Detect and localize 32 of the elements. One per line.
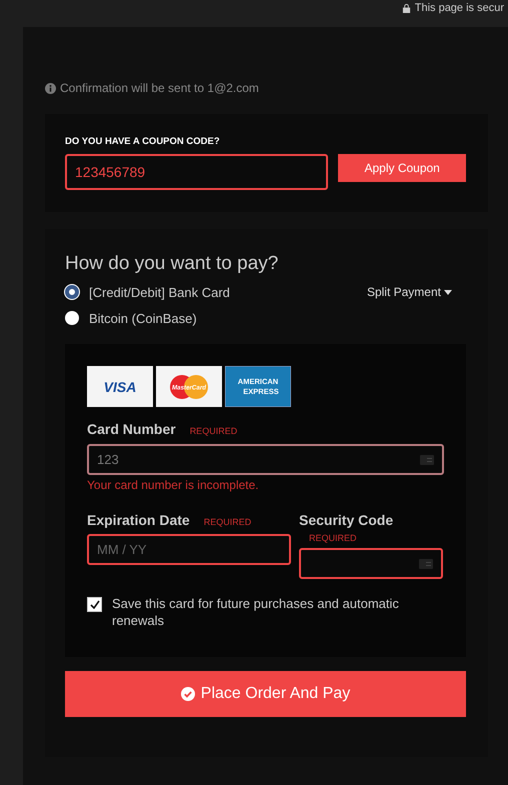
security-code-field[interactable] <box>299 548 443 579</box>
card-icon <box>420 454 434 464</box>
coupon-field[interactable]: 123456789 <box>65 154 328 190</box>
coupon-heading: DO YOU HAVE A COUPON CODE? <box>65 136 221 147</box>
card-number-value: 123 <box>97 452 119 467</box>
apply-coupon-button[interactable]: Apply Coupon <box>338 154 466 182</box>
expiration-date-label: Expiration Date <box>87 512 190 528</box>
caret-icon <box>444 290 452 294</box>
payment-method-label[interactable]: Bitcoin (CoinBase) <box>89 310 197 326</box>
save-card-checkbox[interactable] <box>87 597 102 612</box>
payment-method-label[interactable]: [Credit/Debit] Bank Card <box>89 284 230 300</box>
security-code-label: Security Code <box>299 512 394 528</box>
check-circle-icon <box>180 687 195 701</box>
save-card-label: Save this card for future purchases and automatic renewals <box>112 595 400 629</box>
info-icon <box>45 82 56 94</box>
card-number-field[interactable]: 123 <box>87 444 444 475</box>
radio-button[interactable] <box>65 311 79 325</box>
expiration-date-field[interactable]: MM / YY <box>87 534 291 565</box>
card-number-label: Card Number <box>87 421 176 437</box>
visa-logo: VISA <box>87 366 153 407</box>
card-number-error: Your card number is incomplete. <box>87 478 260 492</box>
required-label: REQUIRED <box>309 533 358 543</box>
lock-icon <box>402 4 411 12</box>
payment-heading: How do you want to pay? <box>65 253 280 275</box>
place-order-button[interactable]: Place Order And Pay <box>65 671 466 717</box>
security-text: This page is secur <box>414 2 504 14</box>
split-payment-dropdown[interactable]: Split Payment <box>366 285 452 299</box>
card-icon <box>419 558 433 568</box>
radio-button[interactable] <box>65 285 79 299</box>
confirmation-text: Confirmation will be sent to 1@2.com <box>60 81 259 95</box>
required-label: REQUIRED <box>204 517 252 527</box>
required-label: REQUIRED <box>190 426 238 436</box>
